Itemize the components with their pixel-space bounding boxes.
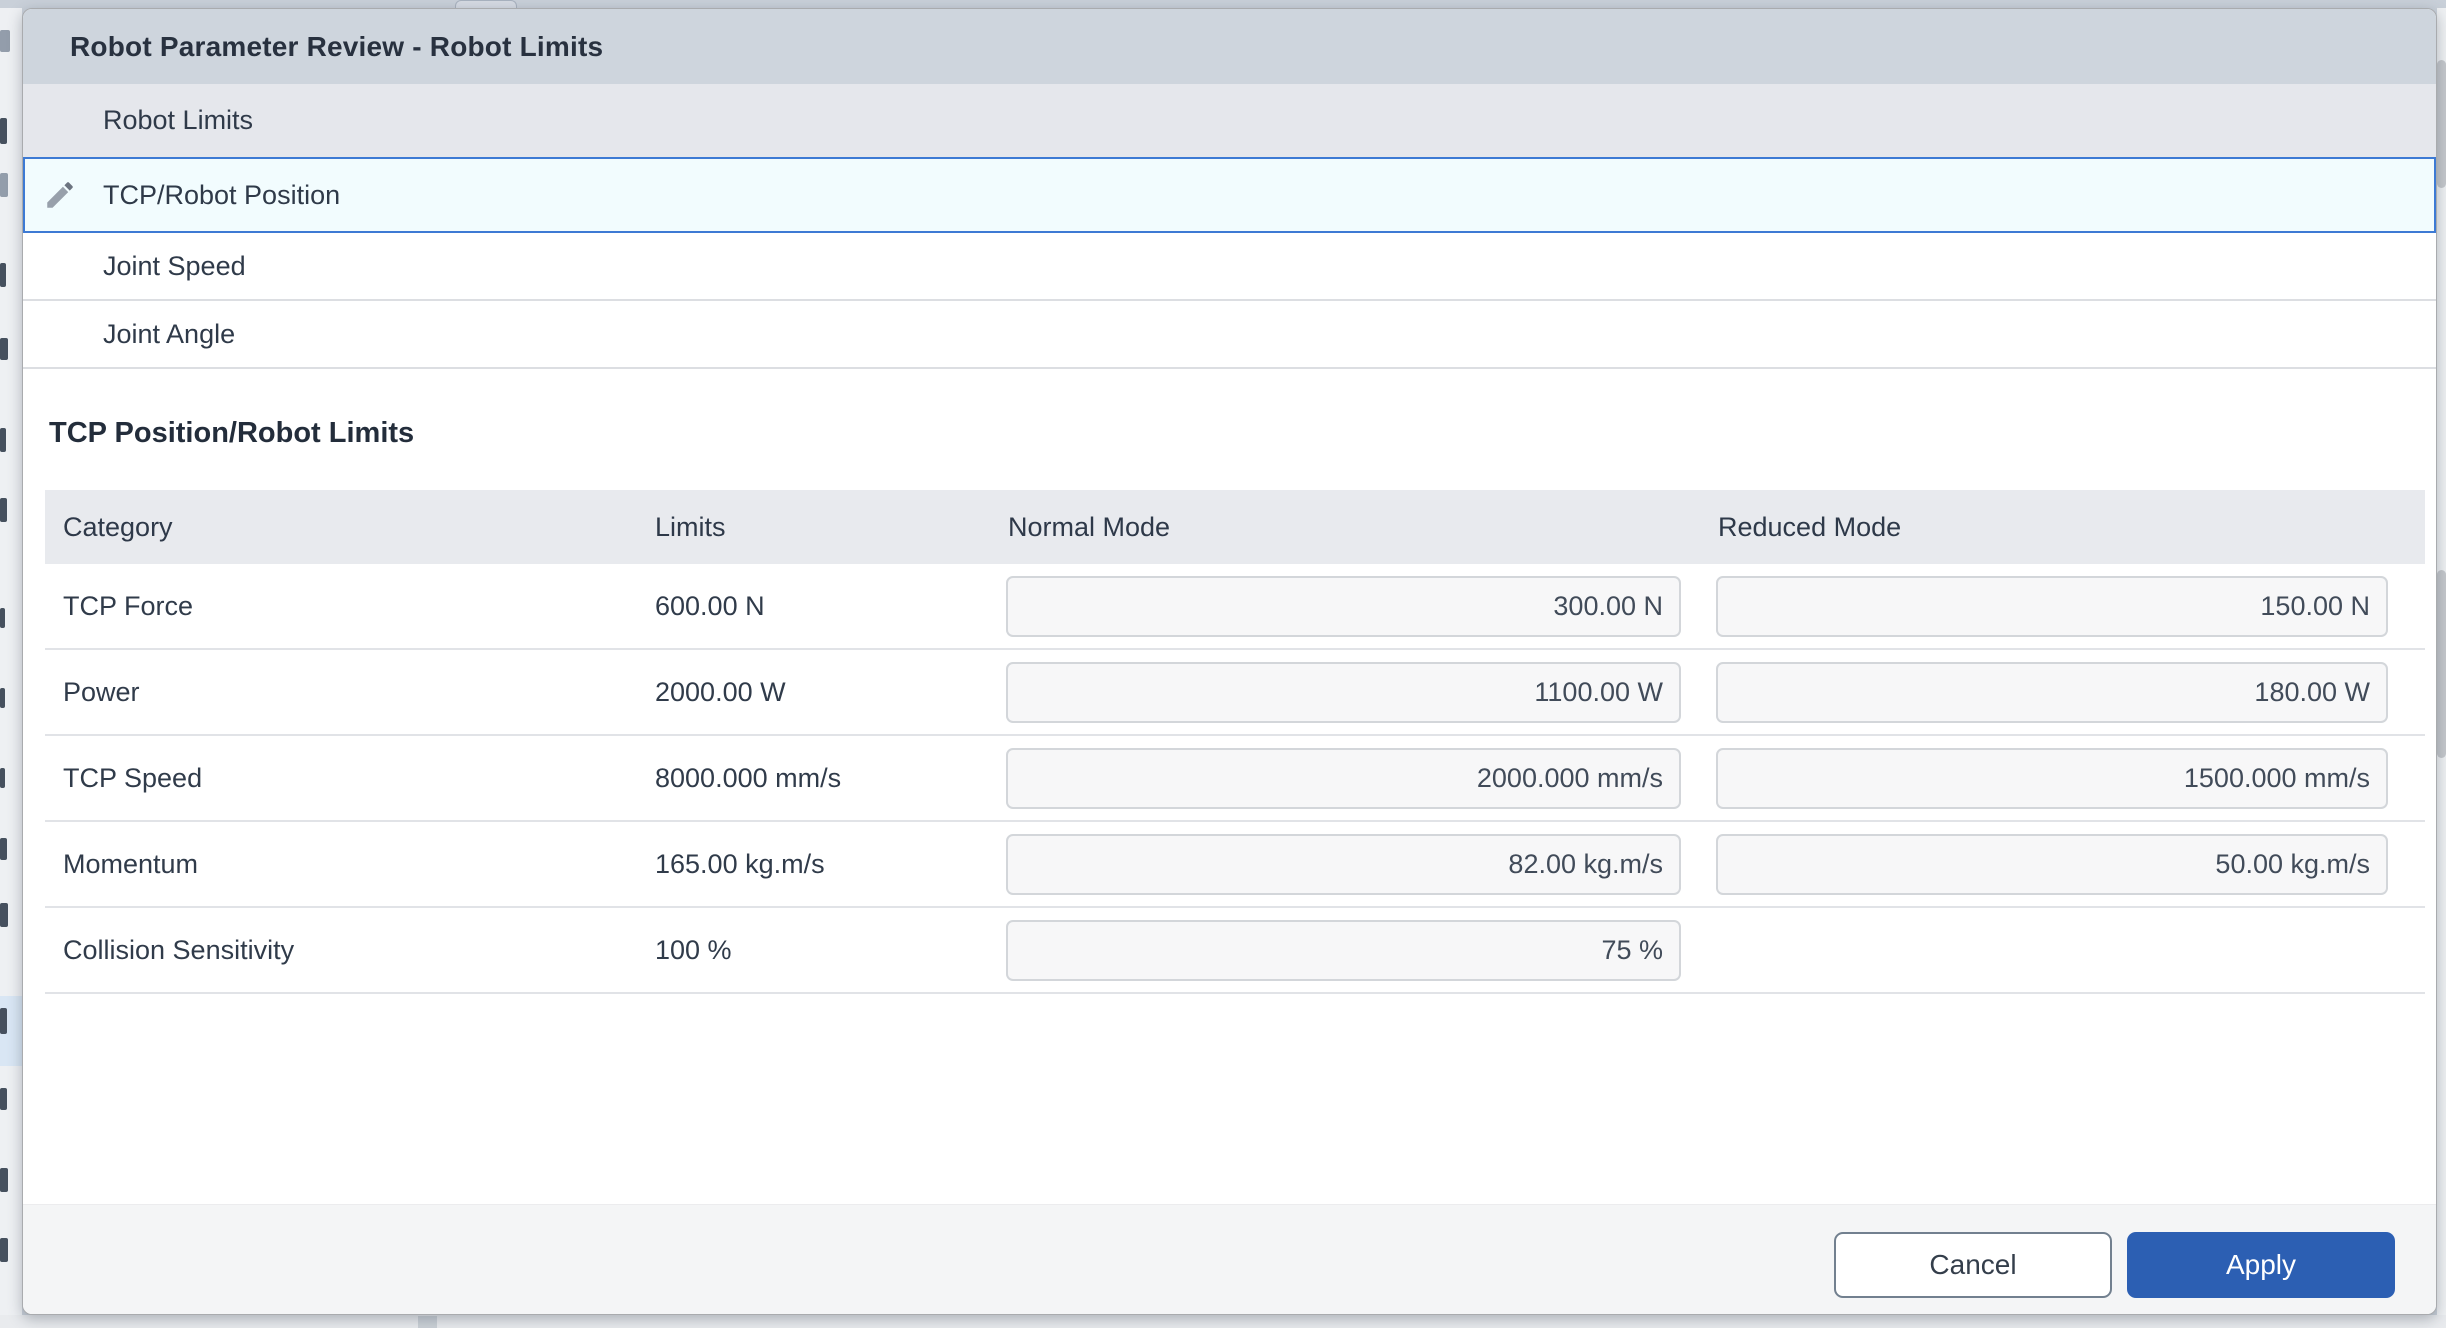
- background-fragment: [0, 838, 7, 860]
- cancel-button[interactable]: Cancel: [1834, 1232, 2112, 1298]
- normal-mode-input[interactable]: [1006, 662, 1681, 723]
- nav-item-label: Joint Angle: [103, 319, 235, 350]
- header-limits: Limits: [655, 490, 726, 564]
- normal-mode-input[interactable]: [1006, 576, 1681, 637]
- header-reduced-mode: Reduced Mode: [1718, 490, 1901, 564]
- dialog-title: Robot Parameter Review - Robot Limits: [70, 31, 603, 63]
- reduced-mode-input[interactable]: [1716, 748, 2388, 809]
- background-fragment: [0, 30, 10, 52]
- nav-item-joint-angle[interactable]: Joint Angle: [23, 301, 2436, 369]
- nav-item-label: Robot Limits: [103, 105, 253, 136]
- background-scrollbar[interactable]: [2437, 8, 2446, 1315]
- normal-mode-input[interactable]: [1006, 834, 1681, 895]
- reduced-mode-input[interactable]: [1716, 662, 2388, 723]
- background-window-tab: [455, 0, 517, 8]
- background-fragment: [0, 498, 7, 522]
- pencil-icon: [43, 178, 77, 212]
- robot-parameter-dialog: Robot Parameter Review - Robot Limits Ro…: [22, 8, 2437, 1315]
- normal-mode-input[interactable]: [1006, 748, 1681, 809]
- nav-item-label: Joint Speed: [103, 251, 246, 282]
- background-fragment: [0, 118, 7, 144]
- category-cell: Momentum: [63, 822, 198, 906]
- table-row-momentum: Momentum 165.00 kg.m/s: [45, 822, 2425, 908]
- background-fragment: [0, 1168, 8, 1192]
- background-fragment: [0, 1238, 8, 1262]
- background-fragment: [0, 1088, 7, 1110]
- background-fragment: [0, 263, 6, 287]
- scrollbar-thumb[interactable]: [2437, 570, 2446, 758]
- screen: Robot Parameter Review - Robot Limits Ro…: [0, 0, 2446, 1328]
- background-fragment: [0, 338, 8, 360]
- dialog-titlebar: Robot Parameter Review - Robot Limits: [23, 9, 2436, 84]
- category-cell: TCP Force: [63, 564, 193, 648]
- nav-item-tcp-robot-position[interactable]: TCP/Robot Position: [23, 157, 2436, 233]
- apply-button[interactable]: Apply: [2127, 1232, 2395, 1298]
- background-fragment: [0, 173, 8, 197]
- reduced-mode-input[interactable]: [1716, 576, 2388, 637]
- background-fragment: [0, 608, 5, 628]
- background-left-strip: [0, 8, 22, 1315]
- background-fragment: [0, 428, 6, 452]
- scrollbar-thumb[interactable]: [2437, 60, 2446, 188]
- background-bottom-fragment: [418, 1316, 437, 1328]
- limit-cell: 2000.00 W: [655, 650, 786, 734]
- background-fragment: [0, 1008, 7, 1034]
- limit-cell: 8000.000 mm/s: [655, 736, 841, 820]
- normal-mode-input[interactable]: [1006, 920, 1681, 981]
- background-fragment: [0, 903, 8, 927]
- header-category: Category: [63, 490, 173, 564]
- category-cell: Collision Sensitivity: [63, 908, 294, 992]
- table-header: Category Limits Normal Mode Reduced Mode: [45, 490, 2425, 564]
- limits-table: Category Limits Normal Mode Reduced Mode…: [45, 490, 2425, 996]
- dialog-footer: Cancel Apply: [23, 1204, 2436, 1315]
- background-fragment: [0, 688, 5, 708]
- category-cell: TCP Speed: [63, 736, 202, 820]
- nav-item-robot-limits[interactable]: Robot Limits: [23, 84, 2436, 157]
- category-cell: Power: [63, 650, 140, 734]
- table-row-tcp-force: TCP Force 600.00 N: [45, 564, 2425, 650]
- limit-cell: 100 %: [655, 908, 732, 992]
- limit-cell: 165.00 kg.m/s: [655, 822, 825, 906]
- section-title: TCP Position/Robot Limits: [49, 417, 414, 450]
- reduced-mode-input[interactable]: [1716, 834, 2388, 895]
- nav-item-label: TCP/Robot Position: [103, 180, 340, 211]
- header-normal-mode: Normal Mode: [1008, 490, 1170, 564]
- background-fragment: [0, 768, 5, 788]
- table-row-collision-sensitivity: Collision Sensitivity 100 %: [45, 908, 2425, 994]
- table-row-power: Power 2000.00 W: [45, 650, 2425, 736]
- table-row-tcp-speed: TCP Speed 8000.000 mm/s: [45, 736, 2425, 822]
- limit-cell: 600.00 N: [655, 564, 765, 648]
- nav-item-joint-speed[interactable]: Joint Speed: [23, 233, 2436, 301]
- background-bottom-strip: [0, 1315, 2446, 1328]
